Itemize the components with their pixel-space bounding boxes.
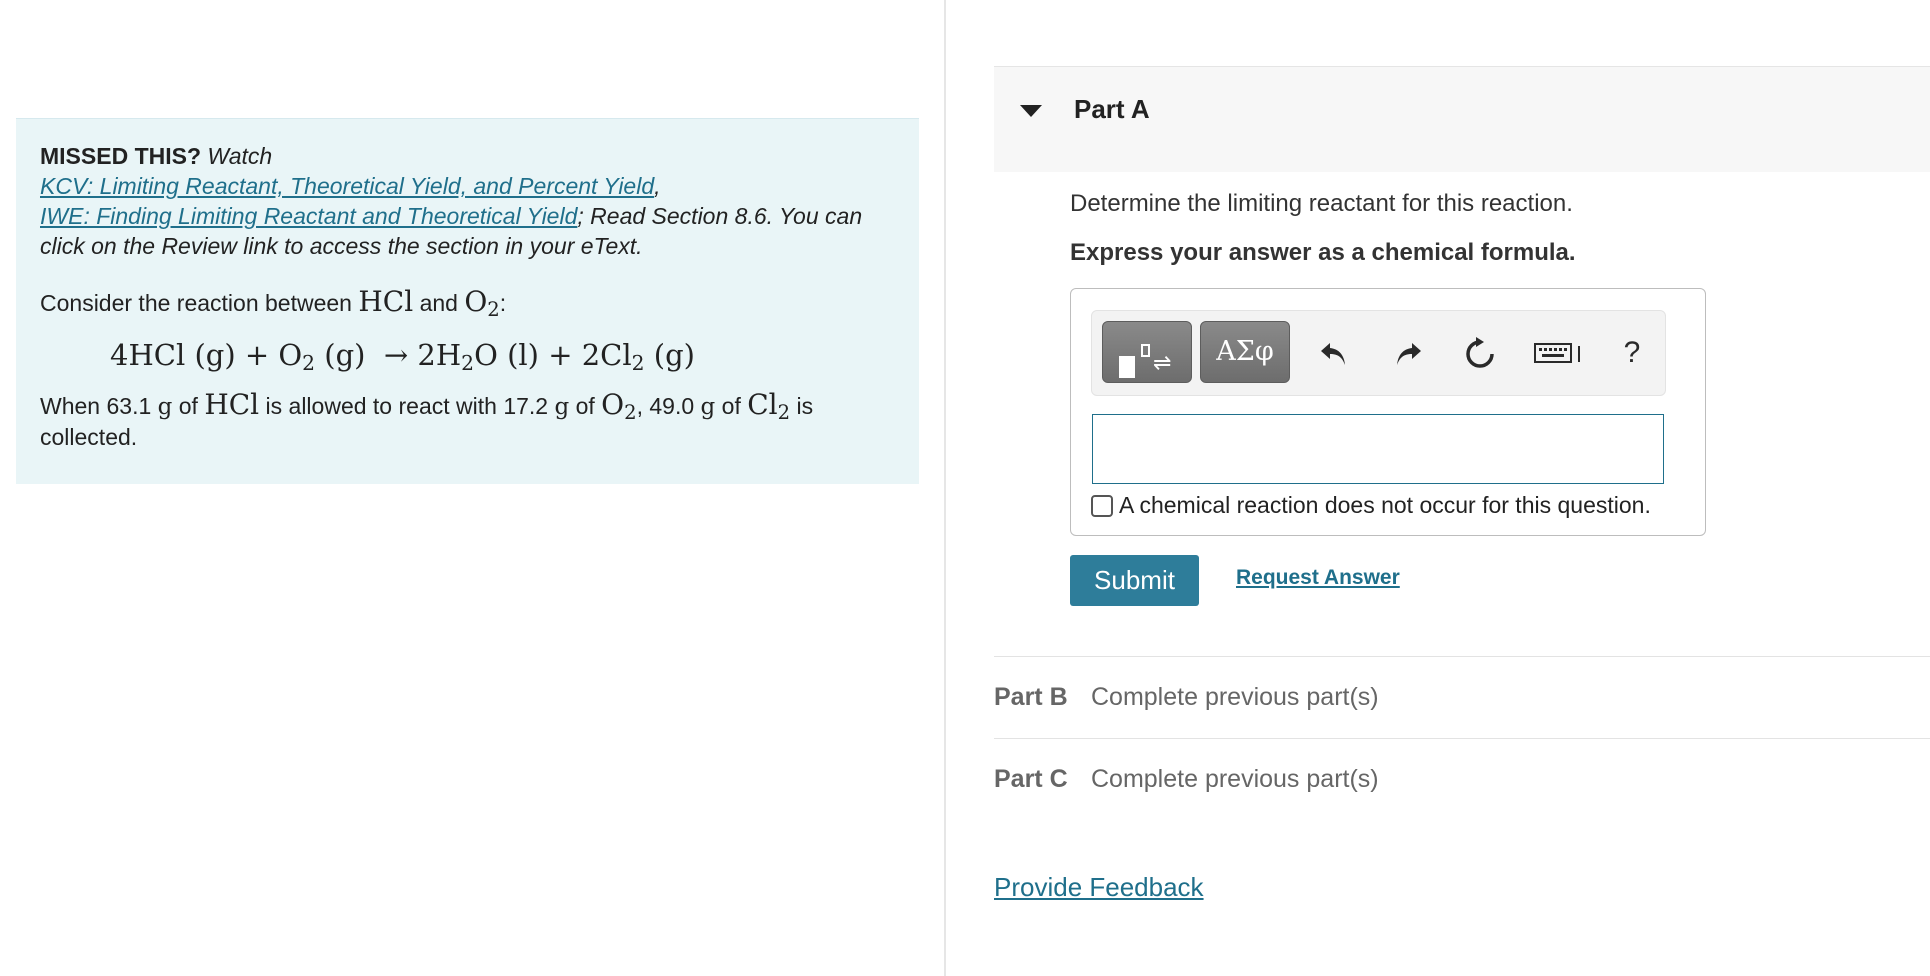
template-icon bbox=[1119, 356, 1135, 378]
hint-intro: MISSED THIS? Watch KCV: Limiting Reactan… bbox=[40, 143, 863, 259]
redo-icon[interactable] bbox=[1388, 333, 1428, 369]
answer-input[interactable] bbox=[1092, 414, 1664, 484]
collapse-triangle-icon[interactable] bbox=[1020, 105, 1042, 117]
no-reaction-label: A chemical reaction does not occur for t… bbox=[1119, 492, 1651, 518]
mass-hcl: 63.1 bbox=[106, 393, 152, 419]
mass-o2: 17.2 bbox=[503, 393, 549, 419]
part-a-title: Part A bbox=[1074, 94, 1150, 124]
missed-this-label: MISSED THIS? bbox=[40, 143, 202, 169]
question-text: Determine the limiting reactant for this… bbox=[1070, 190, 1573, 217]
hint-panel: MISSED THIS? Watch KCV: Limiting Reactan… bbox=[16, 118, 919, 484]
submit-button[interactable]: Submit bbox=[1070, 555, 1199, 606]
formula-o2: O2 bbox=[464, 285, 500, 321]
part-c-label: Part C bbox=[994, 765, 1068, 793]
part-b-status: Complete previous part(s) bbox=[1091, 683, 1379, 711]
math-toolbar: ⇌ ΑΣφ ? bbox=[1091, 310, 1666, 396]
iwe-video-link[interactable]: IWE: Finding Limiting Reactant and Theor… bbox=[40, 203, 577, 229]
watch-label: Watch bbox=[207, 143, 273, 169]
reaction-equation: 4HCl (g) + O2 (g) → 2H2O (l) + 2Cl2 (g) bbox=[110, 338, 695, 376]
part-b-label: Part B bbox=[994, 683, 1068, 711]
no-reaction-checkbox[interactable] bbox=[1091, 494, 1113, 517]
part-a-header[interactable]: Part A bbox=[994, 66, 1930, 172]
mass-cl2: 49.0 bbox=[649, 393, 695, 419]
kcv-video-link[interactable]: KCV: Limiting Reactant, Theoretical Yiel… bbox=[40, 173, 654, 199]
help-button[interactable]: ? bbox=[1612, 333, 1652, 373]
request-answer-link[interactable]: Request Answer bbox=[1236, 566, 1400, 590]
reset-icon[interactable] bbox=[1460, 333, 1500, 371]
keyboard-icon[interactable] bbox=[1532, 333, 1586, 367]
panel-divider bbox=[944, 0, 946, 976]
templates-button[interactable]: ⇌ bbox=[1102, 321, 1192, 383]
instruction-text: Express your answer as a chemical formul… bbox=[1070, 239, 1576, 266]
part-b-row: Part B Complete previous part(s) bbox=[994, 656, 1930, 738]
exchange-arrows-icon: ⇌ bbox=[1153, 350, 1172, 375]
part-c-row: Part C Complete previous part(s) bbox=[994, 738, 1930, 820]
given-data-text: When 63.1 g of HCl is allowed to react w… bbox=[40, 388, 814, 451]
consider-text: Consider the reaction between HCl and O2… bbox=[40, 285, 507, 321]
greek-symbols-button[interactable]: ΑΣφ bbox=[1200, 321, 1290, 383]
part-c-status: Complete previous part(s) bbox=[1091, 765, 1379, 793]
provide-feedback-link[interactable]: Provide Feedback bbox=[994, 872, 1204, 903]
undo-icon[interactable] bbox=[1314, 333, 1354, 369]
answer-box: ⇌ ΑΣφ ? A chemical reaction does not occ… bbox=[1070, 288, 1706, 536]
no-reaction-option[interactable]: A chemical reaction does not occur for t… bbox=[1091, 492, 1651, 519]
formula-hcl: HCl bbox=[358, 285, 414, 318]
